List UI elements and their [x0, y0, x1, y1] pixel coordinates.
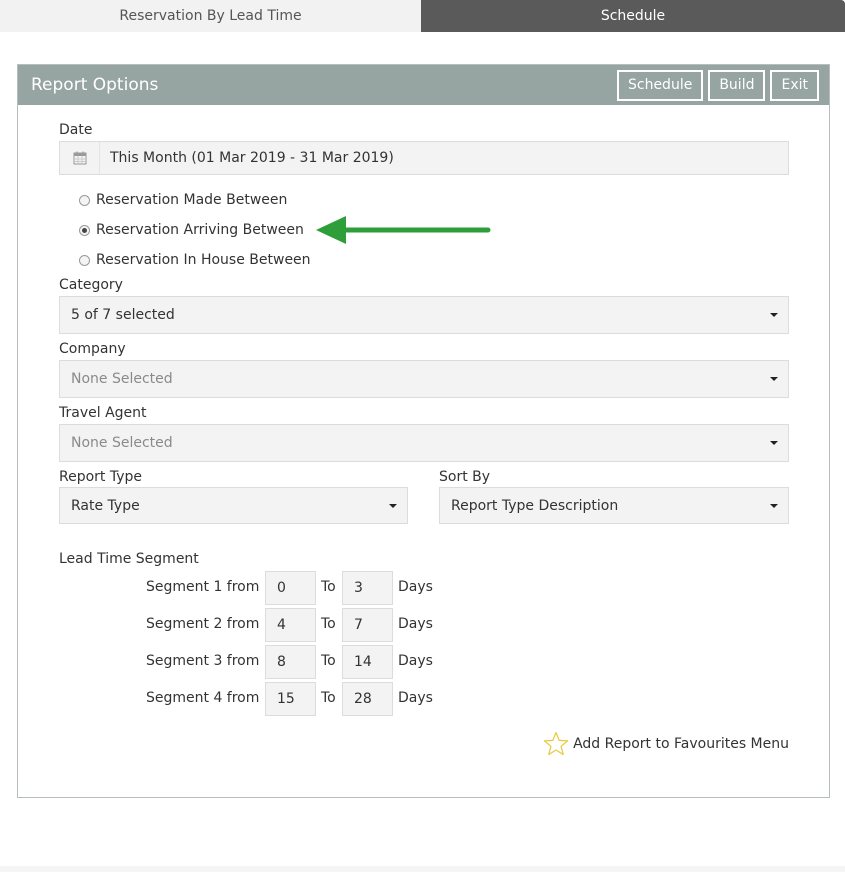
report-type-select[interactable]: Rate Type — [59, 487, 408, 524]
segment-1-from-input[interactable]: 0 — [265, 571, 316, 605]
sort-by-select[interactable]: Report Type Description — [439, 487, 789, 524]
lead-time-segment-label: Lead Time Segment — [59, 551, 199, 567]
segment-2-to-input[interactable]: 7 — [342, 608, 393, 642]
segment-row-4: Segment 4 from 15 To 28 Days — [18, 682, 831, 716]
add-to-favourites-label: Add Report to Favourites Menu — [573, 736, 789, 752]
tab-label: Reservation By Lead Time — [119, 8, 302, 24]
category-select[interactable]: 5 of 7 selected — [59, 296, 789, 334]
radio-reservation-made-between[interactable]: Reservation Made Between — [79, 192, 287, 208]
company-label: Company — [59, 341, 126, 357]
days-label: Days — [398, 579, 433, 595]
star-outline-icon[interactable] — [543, 731, 569, 757]
radio-reservation-arriving-between[interactable]: Reservation Arriving Between — [79, 222, 304, 238]
days-label: Days — [398, 690, 433, 706]
calendar-icon[interactable] — [60, 142, 100, 174]
to-label: To — [321, 579, 336, 595]
tab-schedule[interactable]: Schedule — [421, 0, 845, 32]
segment-2-from-input[interactable]: 4 — [265, 608, 316, 642]
to-label: To — [321, 690, 336, 706]
page-footer-strip — [0, 866, 845, 872]
travel-agent-label: Travel Agent — [59, 405, 147, 421]
radio-reservation-in-house-between[interactable]: Reservation In House Between — [79, 252, 311, 268]
add-to-favourites-link[interactable]: Add Report to Favourites Menu — [543, 731, 789, 757]
exit-button[interactable]: Exit — [770, 69, 819, 101]
report-options-panel: Report Options Schedule Build Exit Date … — [17, 64, 830, 798]
category-label: Category — [59, 277, 123, 293]
tab-reservation-by-lead-time[interactable]: Reservation By Lead Time — [0, 0, 421, 32]
days-label: Days — [398, 653, 433, 669]
report-type-label: Report Type — [59, 469, 143, 485]
company-select[interactable]: None Selected — [59, 360, 789, 398]
caret-down-icon — [770, 377, 778, 381]
segment-label: Segment 2 from — [146, 616, 260, 632]
segment-3-to-input[interactable]: 14 — [342, 645, 393, 679]
to-label: To — [321, 616, 336, 632]
category-value: 5 of 7 selected — [71, 307, 175, 323]
segment-label: Segment 1 from — [146, 579, 260, 595]
panel-title: Report Options — [31, 75, 159, 95]
sort-by-label: Sort By — [439, 469, 491, 485]
build-button[interactable]: Build — [708, 69, 766, 101]
segment-row-3: Segment 3 from 8 To 14 Days — [18, 645, 831, 679]
to-label: To — [321, 653, 336, 669]
segment-row-1: Segment 1 from 0 To 3 Days — [18, 571, 831, 605]
green-arrow-icon — [316, 216, 491, 244]
tab-label: Schedule — [600, 8, 666, 24]
travel-agent-placeholder: None Selected — [71, 435, 173, 451]
header-buttons: Schedule Build Exit — [616, 69, 819, 101]
radio-label: Reservation Arriving Between — [96, 222, 304, 238]
segment-4-to-input[interactable]: 28 — [342, 682, 393, 716]
sort-by-value: Report Type Description — [451, 497, 619, 514]
date-range-value: This Month (01 Mar 2019 - 31 Mar 2019) — [110, 150, 394, 166]
segment-1-to-input[interactable]: 3 — [342, 571, 393, 605]
segment-3-from-input[interactable]: 8 — [265, 645, 316, 679]
radio-button[interactable] — [79, 194, 90, 206]
segment-label: Segment 4 from — [146, 690, 260, 706]
radio-label: Reservation In House Between — [96, 252, 311, 268]
date-label: Date — [59, 122, 93, 138]
caret-down-icon — [770, 441, 778, 445]
segment-row-2: Segment 2 from 4 To 7 Days — [18, 608, 831, 642]
company-placeholder: None Selected — [71, 371, 173, 387]
date-range-field[interactable]: This Month (01 Mar 2019 - 31 Mar 2019) — [59, 141, 789, 175]
travel-agent-select[interactable]: None Selected — [59, 424, 789, 462]
schedule-button[interactable]: Schedule — [616, 69, 704, 101]
caret-down-icon — [389, 503, 397, 508]
days-label: Days — [398, 616, 433, 632]
segment-label: Segment 3 from — [146, 653, 260, 669]
caret-down-icon — [770, 313, 778, 317]
segment-4-from-input[interactable]: 15 — [265, 682, 316, 716]
radio-button-checked[interactable] — [79, 224, 90, 236]
radio-button[interactable] — [79, 254, 90, 266]
caret-down-icon — [770, 503, 778, 508]
radio-label: Reservation Made Between — [96, 192, 288, 208]
panel-header: Report Options Schedule Build Exit — [18, 65, 829, 105]
report-type-value: Rate Type — [71, 497, 140, 514]
